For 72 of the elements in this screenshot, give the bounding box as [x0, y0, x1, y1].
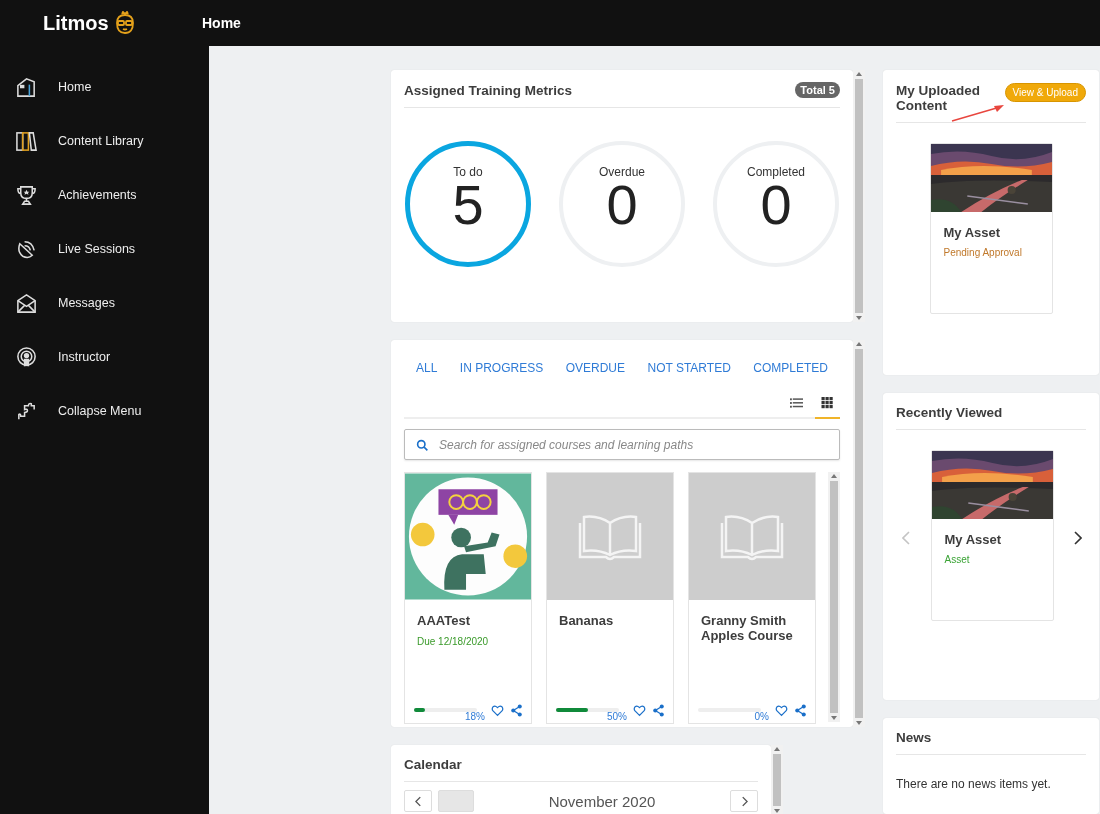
heart-icon[interactable] — [491, 703, 504, 717]
course-card[interactable]: AAATest Due 12/18/2020 18% — [404, 472, 532, 724]
asset-title: My Asset — [944, 532, 1003, 548]
chevron-right-icon — [740, 795, 748, 807]
metric-value: 5 — [452, 179, 484, 231]
search-field[interactable]: Search for assigned courses and learning paths — [404, 429, 840, 460]
card-title: News — [896, 730, 932, 746]
metric-ring[interactable]: Overdue 0 — [559, 141, 685, 267]
metric-ring[interactable]: To do5 — [405, 141, 531, 267]
month-title: November 2020 — [547, 792, 657, 810]
nav-item[interactable]: Home — [0, 60, 209, 114]
broadcast-icon — [15, 345, 38, 369]
nav-item[interactable]: Achievements — [0, 168, 209, 222]
progress-percent: 0% — [754, 711, 769, 722]
share-icon[interactable] — [652, 703, 665, 717]
metric-value: 0 — [606, 179, 638, 231]
books-icon — [15, 129, 38, 153]
news-message: There are no news items yet. — [896, 777, 1052, 792]
share-icon[interactable] — [510, 703, 523, 717]
open-book-icon — [720, 512, 784, 561]
card-title: Assigned Training Metrics — [404, 82, 573, 98]
course-card[interactable]: Granny Smith Apples Course 0% — [688, 472, 816, 724]
progress-percent: 50% — [607, 711, 627, 722]
scrollbar[interactable] — [771, 745, 783, 814]
asset-title: My Asset — [943, 225, 1002, 240]
course-card[interactable]: Bananas 50% — [546, 472, 674, 724]
search-icon — [416, 439, 429, 452]
scrollbar[interactable] — [828, 472, 840, 722]
nav-item[interactable]: Live Sessions — [0, 222, 209, 276]
filter-tab[interactable]: OVERDUE — [565, 361, 625, 375]
metric-label: Overdue — [599, 165, 645, 179]
chevron-left-icon — [414, 795, 422, 807]
course-title: AAATest — [417, 613, 471, 628]
card-title: My Uploaded Content — [896, 83, 981, 113]
total-badge: Total 5 — [795, 82, 840, 98]
metric-ring[interactable]: Completed 0 — [713, 141, 839, 267]
list-icon — [790, 397, 803, 409]
metric-value: 0 — [760, 179, 792, 231]
asset-status: Asset — [944, 554, 971, 566]
progress-percent: 18% — [465, 711, 485, 722]
card-title: Calendar — [404, 757, 462, 772]
filter-tab[interactable]: COMPLETED — [753, 361, 828, 375]
progress-bar — [556, 708, 619, 712]
course-title: Bananas — [559, 613, 615, 628]
heart-icon[interactable] — [775, 703, 788, 717]
house-icon — [15, 75, 38, 99]
metric-label: To do — [453, 165, 483, 179]
trophy-icon — [15, 183, 38, 207]
logo-text: Litmos — [43, 11, 109, 35]
envelope-icon — [15, 291, 38, 315]
metric-label: Completed — [747, 165, 805, 179]
filter-tab[interactable]: ALL — [416, 361, 438, 375]
annotation-arrow — [950, 103, 1006, 123]
heart-icon[interactable] — [633, 703, 646, 717]
due-date: Due 12/18/2020 — [417, 636, 490, 647]
filter-tab[interactable]: IN PROGRESS — [459, 361, 544, 375]
page-title: Home — [202, 15, 241, 31]
asset-status: Pending Approval — [943, 247, 1023, 258]
course-title: Granny Smith Apples Course — [701, 613, 794, 643]
asset-card[interactable]: My Asset Asset — [930, 450, 1054, 622]
card-title: Recently Viewed — [896, 405, 1003, 421]
open-book-icon — [578, 512, 642, 561]
previous-month-button[interactable] — [404, 790, 432, 812]
share-icon[interactable] — [794, 703, 807, 717]
asset-card[interactable]: My Asset Pending Approval — [929, 143, 1053, 314]
filter-tab[interactable]: NOT STARTED — [647, 361, 731, 375]
nav-item[interactable]: Collapse Menu — [0, 384, 209, 438]
grid-icon — [821, 397, 834, 409]
nav-item[interactable]: Content Library — [0, 114, 209, 168]
next-month-button[interactable] — [730, 790, 758, 812]
nav-item[interactable]: Messages — [0, 276, 209, 330]
nav-item[interactable]: Instructor — [0, 330, 209, 384]
